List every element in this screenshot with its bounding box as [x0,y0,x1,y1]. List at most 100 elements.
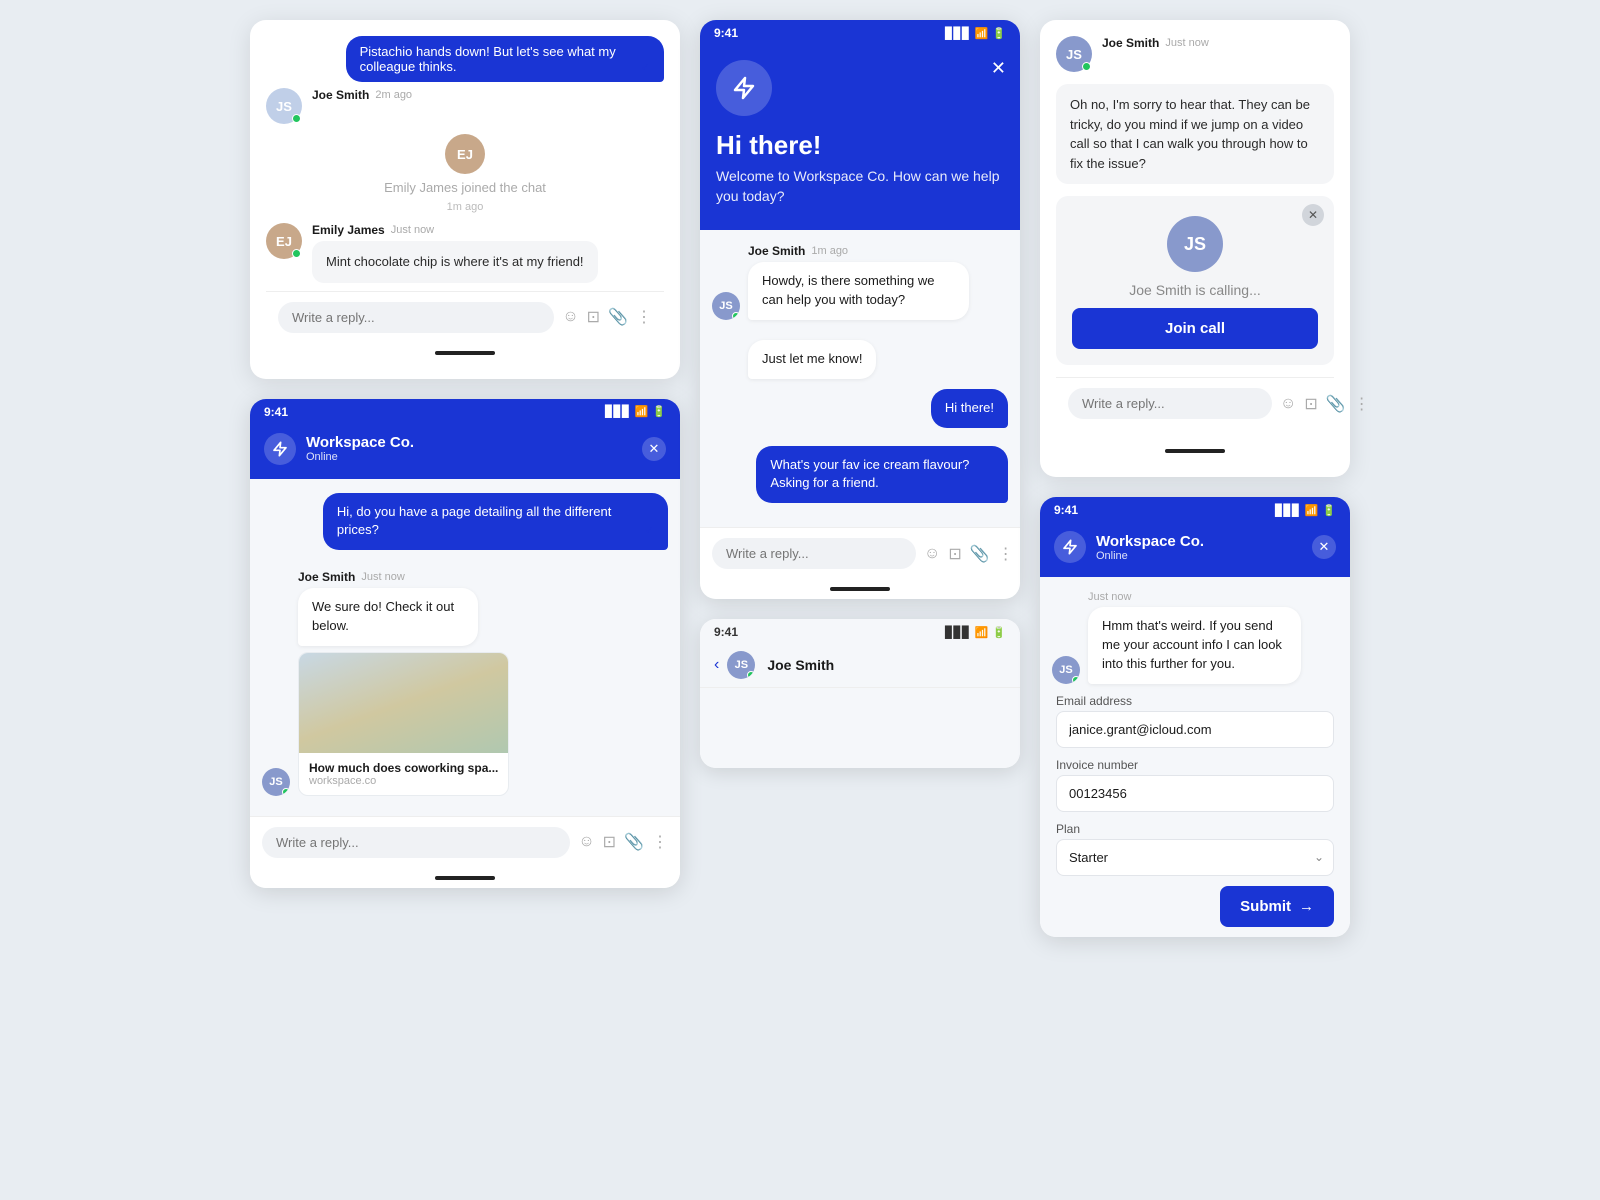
invoice-field-group: Invoice number [1056,758,1334,812]
plan-select-wrapper: Starter Pro Enterprise ⌄ [1056,839,1334,876]
plan-field-group: Plan Starter Pro Enterprise ⌄ [1056,822,1334,876]
more-icon[interactable]: ⋮ [636,307,652,327]
status-icons-col3b: ▊▊▊ 📶 🔋 [1275,504,1336,517]
status-icons-welcome: ▊▊▊ 📶 🔋 [945,27,1006,40]
online-indicator-emily [292,249,301,258]
attach-icon-welcome[interactable]: 📎 [970,544,990,564]
back-button[interactable]: ‹ [714,656,719,674]
home-indicator [266,343,664,363]
reply-bar-col1b: ☺ ⊡ 📎 ⋮ [250,816,680,868]
welcome-subtitle: Welcome to Workspace Co. How can we help… [716,167,1004,206]
wifi-icon: 📶 [635,405,649,418]
caller-name: Joe Smith is calling... [1129,282,1261,298]
emoji-icon-col1b[interactable]: ☺ [578,833,594,851]
mobile-widget-col1-bottom: 9:41 ▊▊▊ 📶 🔋 Workspace Co. Online ✕ [250,399,680,888]
close-button-welcome[interactable]: ✕ [991,58,1006,79]
msg-emily: Mint chocolate chip is where it's at my … [312,241,598,283]
msg-out-col1b: Hi, do you have a page detailing all the… [323,493,668,551]
image-icon-col3[interactable]: ⊡ [1304,394,1317,414]
email-field-group: Email address [1056,694,1334,748]
msg-out-hi-there: Hi there! [931,389,1008,428]
joe-time-col3: Just now [1165,37,1208,49]
reply-input-col1-top[interactable] [278,302,554,333]
status-bar-col2b: 9:41 ▊▊▊ 📶 🔋 [700,619,1020,643]
invoice-input[interactable] [1056,775,1334,812]
msg-in-row-joe-col1b: JS Joe Smith Just now We sure do! Check … [262,570,668,796]
welcome-body: JS Joe Smith 1m ago Howdy, is there some… [700,230,1020,527]
agent-time-col3b: Just now [1088,591,1131,603]
msg-col3b: Hmm that's weird. If you send me your ac… [1088,607,1301,684]
bottom-chat-body [700,688,1020,768]
bottom-mobile-col2: 9:41 ▊▊▊ 📶 🔋 ‹ JS Joe Smith [700,619,1020,768]
attach-icon-col3[interactable]: 📎 [1326,394,1346,414]
account-form: Email address Invoice number Plan Starte… [1052,694,1338,927]
close-button-col1[interactable]: ✕ [642,437,666,461]
avatar-joe-col2b: JS [727,651,755,679]
plan-select[interactable]: Starter Pro Enterprise [1056,839,1334,876]
more-icon-col1b[interactable]: ⋮ [652,832,668,852]
brand-status-col1: Online [306,451,414,463]
battery-icon-welcome: 🔋 [992,27,1006,40]
mobile-header-col3b: Workspace Co. Online ✕ [1040,521,1350,577]
reply-input-col3-top[interactable] [1068,388,1272,419]
attach-icon-col1b[interactable]: 📎 [624,832,644,852]
reply-bar-col3-top: ☺ ⊡ 📎 ⋮ [1056,377,1334,429]
welcome-logo [716,60,772,116]
link-card-title: How much does coworking spa... [309,761,498,775]
join-notice: EJ Emily James joined the chat 1m ago [266,124,664,223]
plan-label: Plan [1056,822,1334,836]
call-close-button[interactable]: ✕ [1302,204,1324,226]
link-card-image [299,653,508,753]
more-icon-welcome[interactable]: ⋮ [998,544,1014,564]
online-dot-col2b [747,671,755,679]
avatar-joe-col3: JS [1056,36,1092,72]
more-icon-col3[interactable]: ⋮ [1354,394,1370,414]
signal-icon-col2b: ▊▊▊ [945,626,970,639]
agent-row-joe: JS Joe Smith 2m ago [266,88,664,124]
reply-input-welcome[interactable] [712,538,916,569]
attach-icon[interactable]: 📎 [608,307,628,327]
wifi-icon-col2b: 📶 [975,626,989,639]
avatar-caller: JS [1167,216,1223,272]
join-notice-text: Emily James joined the chat [384,180,546,195]
reply-input-col1b[interactable] [262,827,570,858]
emoji-icon[interactable]: ☺ [562,308,578,326]
status-bar-col1: 9:41 ▊▊▊ 📶 🔋 [250,399,680,423]
avatar-joe-welcome: JS [712,292,740,320]
image-icon-col1b[interactable]: ⊡ [603,832,616,852]
image-icon[interactable]: ⊡ [587,307,600,327]
close-button-col3b[interactable]: ✕ [1312,535,1336,559]
brand-icon-col3b [1054,531,1086,563]
agent-name-col2b: Joe Smith [767,657,834,673]
wifi-icon-welcome: 📶 [975,27,989,40]
joe-name-welcome: Joe Smith [748,244,805,258]
battery-icon-col3b: 🔋 [1322,504,1336,517]
image-icon-welcome[interactable]: ⊡ [948,544,961,564]
wifi-icon-col3b: 📶 [1305,504,1319,517]
link-card[interactable]: How much does coworking spa... workspace… [298,652,509,796]
agent-time-joe: 2m ago [375,89,412,101]
home-indicator-col3 [1056,441,1334,461]
agent-name-joe: Joe Smith [312,88,369,102]
brand-name-col3b: Workspace Co. [1096,533,1204,550]
online-dot-col1b [282,788,290,796]
checkmark-col1b: ✓ [645,524,654,540]
outgoing-msgs: Hi there! What's your fav ice cream flav… [712,389,1008,514]
link-card-url: workspace.co [309,775,498,787]
msg-in-welcome: Howdy, is there something we can help yo… [748,262,969,320]
join-call-button[interactable]: Join call [1072,308,1318,349]
brand-status-col3b: Online [1096,550,1204,562]
signal-icon-col3b: ▊▊▊ [1275,504,1300,517]
avatar-emily: EJ [266,223,302,259]
emoji-icon-welcome[interactable]: ☺ [924,545,940,563]
avatar-joe: JS [266,88,302,124]
battery-icon: 🔋 [652,405,666,418]
desktop-chat-col3: JS Joe Smith Just now Oh no, I'm sorry t… [1040,20,1350,477]
email-input[interactable] [1056,711,1334,748]
agent-time-emily: Just now [391,224,434,236]
emoji-icon-col3[interactable]: ☺ [1280,395,1296,413]
call-card: ✕ JS Joe Smith is calling... Join call [1056,196,1334,365]
submit-button[interactable]: Submit → [1220,886,1334,927]
email-label: Email address [1056,694,1334,708]
welcome-hero: ✕ Hi there! Welcome to Workspace Co. How… [700,44,1020,230]
